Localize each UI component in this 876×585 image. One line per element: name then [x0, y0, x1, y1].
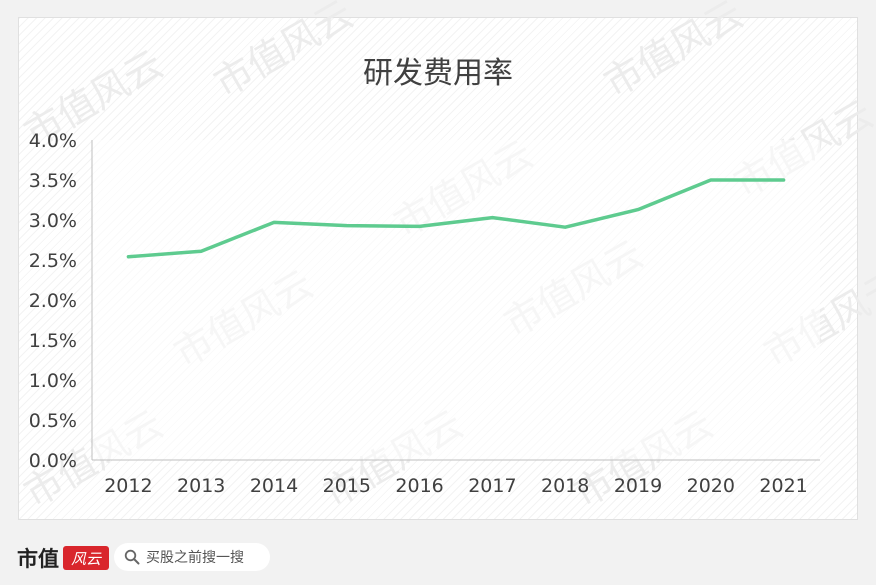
x-tick-label: 2012 — [104, 475, 152, 497]
search-slogan: 买股之前搜一搜 — [146, 550, 244, 566]
x-tick-label: 2013 — [177, 475, 225, 497]
data-point — [709, 178, 712, 182]
search-box[interactable]: 买股之前搜一搜 — [114, 543, 270, 571]
y-tick-label: 3.5% — [29, 170, 77, 192]
brand-logo: 市值 风云 — [17, 545, 109, 571]
y-tick-label: 1.5% — [29, 330, 77, 352]
data-point — [418, 225, 421, 228]
x-tick-label: 2016 — [395, 475, 443, 497]
x-ticks: 2012 2013 2014 2015 2016 2017 2018 2019 2020 2021 — [104, 475, 808, 497]
x-tick-label: 2021 — [759, 475, 807, 497]
x-tick-label: 2015 — [323, 475, 371, 497]
x-tick-label: 2019 — [614, 475, 662, 497]
data-point — [272, 221, 276, 224]
y-tick-label: 3.0% — [29, 210, 77, 232]
data-point — [636, 208, 640, 211]
plot-area — [92, 140, 820, 460]
data-point — [200, 250, 203, 253]
y-tick-label: 0.0% — [29, 450, 77, 472]
data-point — [345, 224, 348, 227]
y-tick-label: 4.0% — [29, 130, 77, 152]
data-point — [782, 178, 785, 182]
brand-seal-logo: 风云 — [63, 546, 109, 570]
x-tick-label: 2017 — [468, 475, 516, 497]
data-point — [127, 255, 130, 258]
brand-seal-text: 风云 — [70, 549, 101, 568]
y-tick-label: 2.0% — [29, 290, 77, 312]
search-icon — [124, 549, 140, 565]
y-ticks: 0.0% 0.5% 1.0% 1.5% 2.0% 2.5% 3.0% 3.5% 4.0% — [29, 130, 77, 472]
brand-name: 市值 — [17, 547, 59, 571]
data-point — [564, 226, 567, 229]
y-tick-label: 0.5% — [29, 410, 77, 432]
x-tick-label: 2018 — [541, 475, 589, 497]
data-point — [491, 216, 494, 219]
watermark-text: 市值风云 — [207, 0, 361, 106]
y-tick-label: 1.0% — [29, 370, 77, 392]
y-tick-label: 2.5% — [29, 250, 77, 272]
line-chart: 市值风云市值风云市值风云市值风云市值风云市值风云市值风云市值风云市值风云市值风云… — [17, 0, 876, 516]
x-tick-label: 2014 — [250, 475, 298, 497]
x-tick-label: 2020 — [687, 475, 735, 497]
watermark-text: 市值风云 — [597, 0, 751, 106]
